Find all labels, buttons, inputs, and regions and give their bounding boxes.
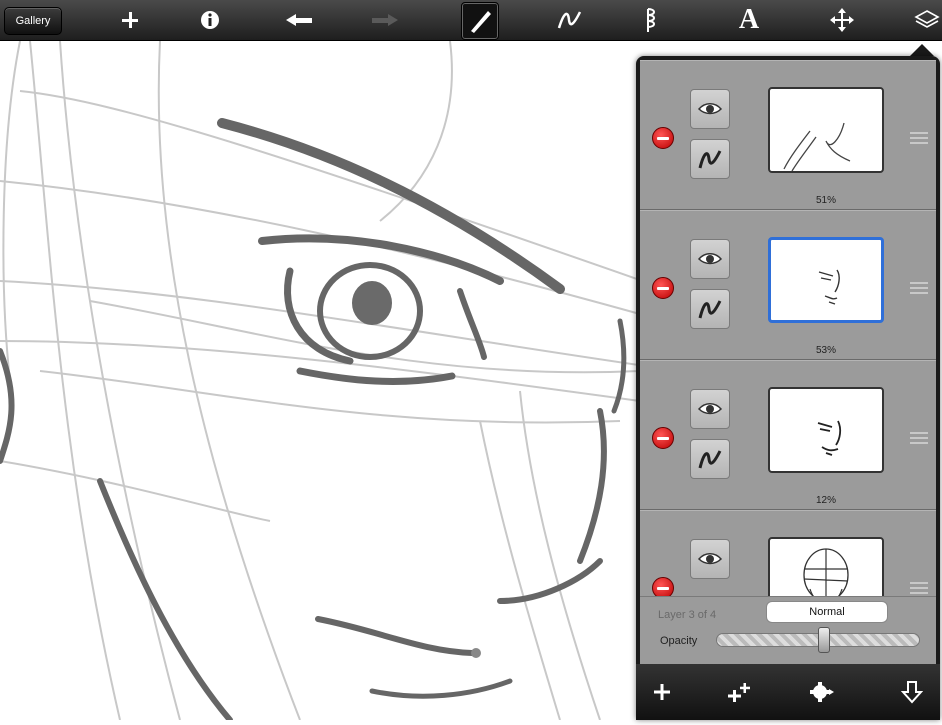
visibility-button[interactable] [690,239,730,279]
visibility-button[interactable] [690,539,730,579]
top-toolbar: Gallery A [0,0,942,41]
blend-mode-button[interactable]: Normal [766,601,888,623]
layer-thumbnail[interactable] [768,87,884,173]
duplicate-layer-icon[interactable] [720,672,760,712]
text-icon[interactable]: A [734,0,764,40]
visibility-button[interactable] [690,389,730,429]
opacity-slider-thumb[interactable] [817,627,830,653]
layer-row[interactable]: 51% [640,60,936,210]
layer-list[interactable]: 51% 53% 12% [640,60,936,652]
opacity-label: Opacity [660,635,698,647]
layers-panel: 51% 53% 12% Layer 3 of 4 Normal Opacity [636,56,940,720]
redo-icon [368,0,402,40]
stroke-icon [698,150,722,169]
layer-settings-icon[interactable] [802,672,842,712]
eye-icon [697,103,723,115]
layer-opacity-label: 53% [815,345,836,356]
layer-properties: Layer 3 of 4 Normal Opacity [640,596,936,665]
eye-icon [697,403,723,415]
delete-layer-button[interactable] [652,277,674,299]
layer-row[interactable]: 12% [640,360,936,510]
gallery-button[interactable]: Gallery [4,7,62,35]
layer-mode-button[interactable] [690,139,730,179]
plus-icon[interactable] [116,0,144,40]
layer-mode-button[interactable] [690,439,730,479]
layer-opacity-label: 51% [815,195,836,206]
delete-layer-button[interactable] [652,427,674,449]
eye-icon [697,553,723,565]
layers-icon[interactable] [912,0,942,40]
move-icon[interactable] [826,0,858,40]
drag-handle-icon[interactable] [910,579,928,595]
layer-count-label: Layer 3 of 4 [658,609,717,621]
drag-handle-icon[interactable] [910,129,928,145]
visibility-button[interactable] [690,89,730,129]
stroke-icon [698,300,722,319]
layer-opacity-label: 12% [815,495,836,506]
layer-thumbnail[interactable] [768,387,884,473]
undo-icon[interactable] [282,0,316,40]
smudge-icon[interactable] [638,0,666,40]
brush-icon [471,11,491,33]
layer-mode-button[interactable] [690,289,730,329]
drag-handle-icon[interactable] [910,279,928,295]
layer-row[interactable]: 53% [640,210,936,360]
layers-toolbar [636,664,940,720]
add-layer-icon[interactable] [642,672,682,712]
info-icon[interactable] [196,0,224,40]
drag-handle-icon[interactable] [910,429,928,445]
panel-pointer [910,44,934,56]
stroke-icon [698,450,722,469]
merge-down-icon[interactable] [892,672,932,712]
brush-tool-button[interactable] [461,2,499,40]
delete-layer-button[interactable] [652,127,674,149]
stroke-icon[interactable] [552,0,588,40]
eye-icon [697,253,723,265]
layer-thumbnail-selected[interactable] [768,237,884,323]
